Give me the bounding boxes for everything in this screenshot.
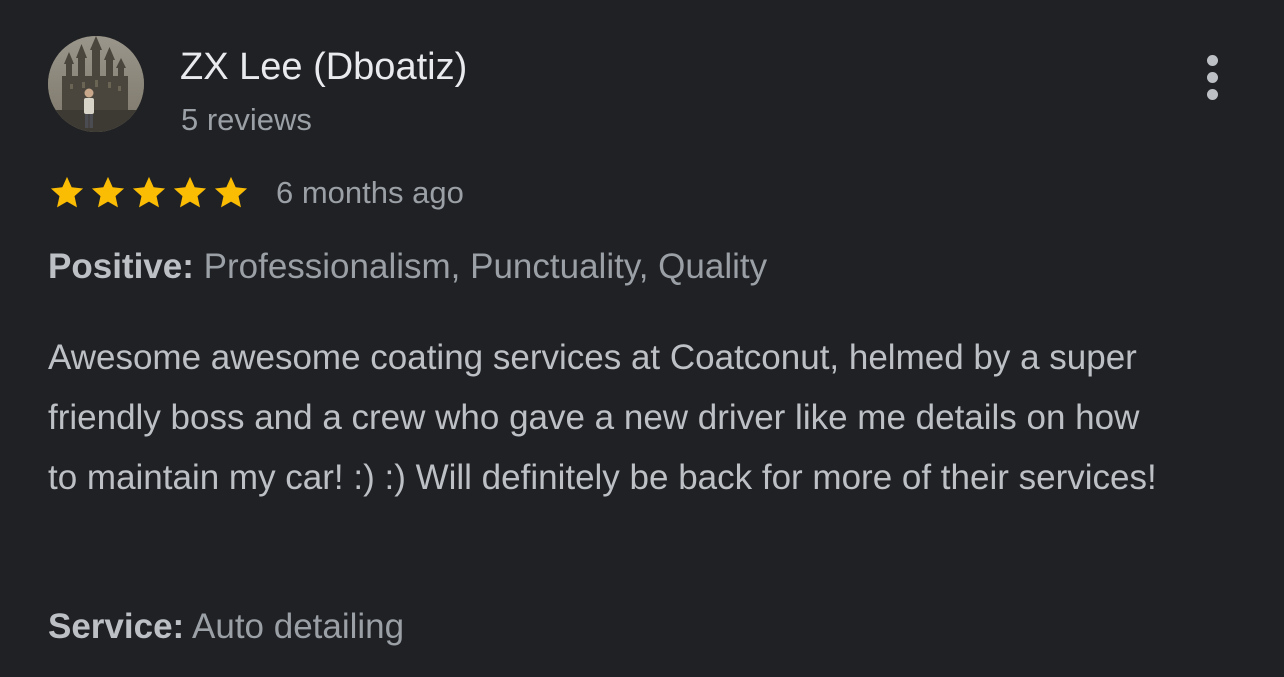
author-name[interactable]: ZX Lee (Dboatiz) [180, 44, 467, 90]
author-avatar[interactable] [48, 36, 144, 132]
author-review-count[interactable]: 5 reviews [181, 101, 312, 139]
service-value: Auto detailing [192, 607, 405, 646]
star-filled-icon [212, 172, 250, 214]
star-filled-icon [171, 172, 209, 214]
more-options-button[interactable] [1190, 52, 1234, 102]
star-filled-icon [48, 172, 86, 214]
positive-attributes: Positive: Professionalism, Punctuality, … [48, 245, 767, 289]
rating-row: 6 months ago [48, 170, 464, 216]
more-vert-icon-dot [1206, 71, 1218, 83]
more-vert-icon [1206, 54, 1218, 66]
service-label: Service: [48, 607, 185, 646]
review-text: Awesome awesome coating services at Coat… [48, 338, 1157, 497]
positive-value: Professionalism, Punctuality, Quality [203, 247, 768, 286]
avatar-photo [48, 36, 144, 132]
star-filled-icon [89, 172, 127, 214]
star-rating [48, 172, 253, 214]
star-filled-icon [130, 172, 168, 214]
service-attribute: Service: Auto detailing [48, 605, 404, 649]
more-vert-icon-dot [1206, 88, 1218, 100]
review-date: 6 months ago [276, 175, 464, 210]
positive-label: Positive: [48, 247, 194, 286]
review-card: ZX Lee (Dboatiz) 5 reviews 6 months ago … [0, 0, 1284, 677]
